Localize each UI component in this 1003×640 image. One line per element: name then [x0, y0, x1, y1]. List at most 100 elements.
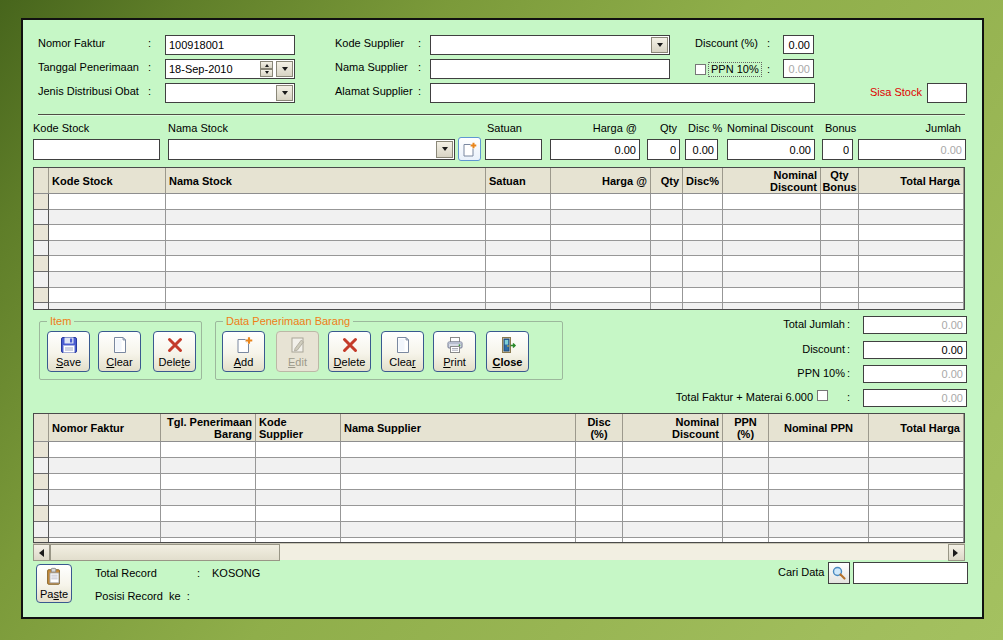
colon: : — [418, 37, 421, 50]
nama-supplier-input[interactable] — [430, 59, 670, 79]
cell — [551, 241, 651, 257]
column-header: Nomor Faktur — [49, 414, 161, 441]
jenis-distribusi-select[interactable] — [165, 83, 295, 103]
cell — [869, 442, 964, 458]
qty-input[interactable] — [647, 139, 680, 160]
tanggal-dropdown-button[interactable] — [276, 61, 293, 77]
table-row[interactable] — [34, 506, 964, 522]
row-selector — [34, 442, 49, 458]
cell — [486, 210, 551, 226]
row-selector — [34, 241, 49, 257]
cell — [651, 225, 683, 241]
close-button[interactable]: Close — [486, 331, 529, 372]
kode-supplier-select[interactable] — [430, 35, 670, 55]
table-row[interactable] — [34, 490, 964, 506]
table-row[interactable] — [34, 225, 964, 241]
cell — [623, 442, 723, 458]
tanggal-penerimaan-input[interactable]: 18-Sep-2010 — [165, 59, 295, 79]
clear-item-button[interactable]: Clear — [98, 331, 141, 372]
row-selector — [34, 225, 49, 241]
delete-record-button[interactable]: Delete — [328, 331, 371, 372]
cell — [683, 194, 723, 210]
discount-total-input[interactable] — [863, 341, 967, 359]
scroll-right-button[interactable] — [948, 544, 965, 561]
colon: : — [148, 37, 151, 50]
cell — [723, 194, 821, 210]
table-row[interactable] — [34, 272, 964, 288]
delete-icon — [340, 335, 360, 355]
table-row[interactable] — [34, 474, 964, 490]
clear-form-button[interactable]: Clear — [381, 331, 424, 372]
cell — [769, 458, 869, 474]
spin-up-button[interactable] — [260, 61, 273, 69]
cari-data-input[interactable] — [853, 562, 968, 584]
cell — [683, 303, 723, 310]
ppn-input[interactable] — [783, 59, 814, 78]
table-row[interactable] — [34, 241, 964, 257]
materai-checkbox[interactable] — [817, 390, 828, 401]
alamat-supplier-input[interactable] — [430, 83, 815, 103]
discount-input[interactable] — [783, 35, 814, 54]
cell — [723, 303, 821, 310]
row-selector — [34, 210, 49, 226]
edit-button[interactable]: Edit — [276, 331, 319, 372]
nomor-faktur-input[interactable] — [165, 35, 295, 55]
nama-stock-select[interactable] — [168, 139, 455, 160]
cell — [166, 225, 486, 241]
blank-page-icon — [110, 335, 130, 355]
cari-data-label: Cari Data — [778, 566, 824, 579]
table-row[interactable] — [34, 288, 964, 304]
ppn-checkbox[interactable] — [695, 64, 706, 75]
cell — [486, 194, 551, 210]
cell — [161, 474, 256, 490]
ppn-total-input[interactable] — [863, 365, 967, 383]
search-button[interactable] — [828, 562, 850, 584]
column-header: Disc (%) — [576, 414, 623, 441]
sisa-stock-input[interactable] — [927, 83, 967, 103]
posisi-record-label: Posisi Record ke : — [95, 590, 190, 603]
bonus-input[interactable] — [822, 139, 853, 160]
table-row[interactable] — [34, 256, 964, 272]
jumlah-input[interactable] — [858, 139, 966, 160]
print-button[interactable]: Print — [433, 331, 476, 372]
disc-input[interactable] — [685, 139, 718, 160]
table-row[interactable] — [34, 303, 964, 310]
nama-stock-dropdown-button[interactable] — [436, 141, 453, 158]
h-scrollbar — [33, 543, 965, 560]
paste-button[interactable]: Paste — [36, 564, 72, 603]
jenis-dropdown-button[interactable] — [276, 85, 293, 101]
cell — [166, 288, 486, 304]
cell — [651, 303, 683, 310]
scroll-left-button[interactable] — [33, 544, 50, 561]
table-row[interactable] — [34, 458, 964, 474]
nominal-discount-input[interactable] — [727, 139, 815, 160]
table-row[interactable] — [34, 194, 964, 210]
row-selector — [34, 490, 49, 506]
table-row[interactable] — [34, 522, 964, 538]
row-selector — [34, 506, 49, 522]
kode-supplier-dropdown-button[interactable] — [651, 37, 668, 53]
cell — [723, 288, 821, 304]
satuan-input[interactable] — [485, 139, 542, 160]
total-faktur-input[interactable] — [863, 389, 967, 407]
total-jumlah-input[interactable] — [863, 316, 967, 334]
save-button[interactable]: Save — [47, 331, 90, 372]
cell — [49, 522, 161, 538]
spin-down-button[interactable] — [260, 69, 273, 77]
cell — [49, 490, 161, 506]
scroll-thumb[interactable] — [50, 544, 280, 561]
cell — [821, 194, 859, 210]
table-row[interactable] — [34, 442, 964, 458]
add-button[interactable]: Add — [222, 331, 265, 372]
discount-label: Discount (%) — [695, 37, 758, 50]
harga-input[interactable] — [550, 139, 640, 160]
table-row[interactable] — [34, 210, 964, 226]
ppn-label: PPN 10% — [709, 63, 761, 76]
cell — [869, 522, 964, 538]
new-stock-button[interactable] — [458, 137, 481, 161]
row-selector — [34, 256, 49, 272]
kode-stock-input[interactable] — [33, 139, 160, 160]
delete-item-button[interactable]: Delete — [153, 331, 196, 372]
jumlah-label: Jumlah — [858, 122, 961, 135]
cell — [551, 303, 651, 310]
